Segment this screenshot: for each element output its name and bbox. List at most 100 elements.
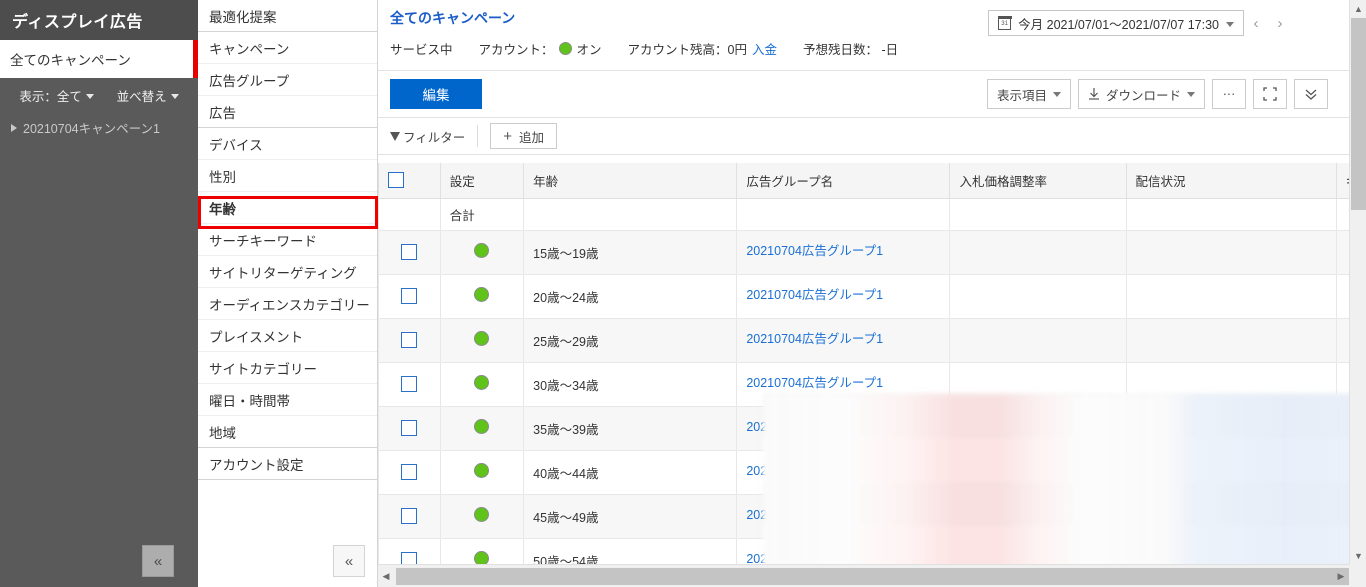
- column-header-settings[interactable]: 設定: [440, 163, 523, 198]
- horizontal-scroll-thumb[interactable]: [396, 568, 1366, 585]
- row-adgroup-cell[interactable]: 20210704広告グループ1: [737, 406, 950, 450]
- row-adgroup-cell[interactable]: 20210704広告グループ1: [737, 450, 950, 494]
- nav-item-12[interactable]: 曜日・時間帯: [198, 384, 377, 416]
- sidebar-campaign-node[interactable]: 20210704キャンペーン1: [0, 112, 198, 143]
- row-status-cell[interactable]: [440, 318, 523, 362]
- more-options-button[interactable]: ···: [1212, 79, 1246, 109]
- row-select-cell[interactable]: [379, 450, 441, 494]
- row-checkbox[interactable]: [401, 464, 417, 480]
- row-status-cell[interactable]: [440, 450, 523, 494]
- ad-group-link[interactable]: 20210704広告グループ1: [746, 288, 883, 304]
- nav-item-7[interactable]: サーチキーワード: [198, 224, 377, 256]
- row-status-cell[interactable]: [440, 406, 523, 450]
- ad-group-link[interactable]: 20210704広告グループ1: [746, 376, 883, 392]
- collapse-nav-button[interactable]: «: [333, 545, 365, 577]
- ad-group-link[interactable]: 20210704広告グループ1: [746, 244, 883, 260]
- data-table-container[interactable]: 設定 年齢 広告グループ名 入札価格調整率 配信状況 キャンペーン名 キャンペー…: [378, 163, 1350, 564]
- nav-item-0[interactable]: 最適化提案: [198, 0, 377, 32]
- prev-period-button[interactable]: ‹: [1244, 10, 1268, 36]
- row-select-cell[interactable]: [379, 274, 441, 318]
- nav-item-3[interactable]: 広告: [198, 96, 377, 128]
- sidebar-item-all-campaigns[interactable]: 全てのキャンペーン: [0, 40, 198, 78]
- row-status-cell[interactable]: [440, 230, 523, 274]
- row-status-cell[interactable]: [440, 362, 523, 406]
- columns-button[interactable]: 表示項目: [987, 79, 1071, 109]
- row-select-cell[interactable]: [379, 406, 441, 450]
- display-filter-dropdown[interactable]: 表示：全て: [19, 86, 94, 105]
- row-status-cell[interactable]: [440, 274, 523, 318]
- table-row[interactable]: 30歳〜34歳20210704広告グループ1: [379, 362, 1351, 406]
- filter-button[interactable]: フィルター: [390, 125, 478, 147]
- date-range-picker[interactable]: 31 今月 2021/07/01〜2021/07/07 17:30: [988, 10, 1244, 36]
- row-checkbox[interactable]: [401, 376, 417, 392]
- vertical-scrollbar[interactable]: ▲ ▼: [1349, 0, 1366, 587]
- row-select-cell[interactable]: [379, 318, 441, 362]
- row-select-cell[interactable]: [379, 538, 441, 564]
- row-adgroup-cell[interactable]: 20210704広告グループ1: [737, 274, 950, 318]
- download-button[interactable]: ダウンロード: [1078, 79, 1205, 109]
- row-checkbox[interactable]: [401, 420, 417, 436]
- table-row[interactable]: 40歳〜44歳20210704広告グループ1: [379, 450, 1351, 494]
- row-checkbox[interactable]: [401, 244, 417, 260]
- row-status-cell[interactable]: [440, 538, 523, 564]
- row-select-cell[interactable]: [379, 362, 441, 406]
- edit-button[interactable]: 編集: [390, 79, 482, 109]
- select-all-checkbox[interactable]: [388, 172, 404, 188]
- nav-item-14[interactable]: アカウント設定: [198, 448, 377, 480]
- row-checkbox[interactable]: [401, 552, 417, 564]
- row-select-cell[interactable]: [379, 230, 441, 274]
- column-header-bid-adjust[interactable]: 入札価格調整率: [950, 163, 1126, 198]
- nav-item-2[interactable]: 広告グループ: [198, 64, 377, 96]
- select-all-header[interactable]: [379, 163, 441, 198]
- deposit-link[interactable]: 入金: [752, 39, 777, 58]
- ad-group-link[interactable]: 20210704広告グループ1: [746, 508, 883, 524]
- expand-panel-button[interactable]: [1294, 79, 1328, 109]
- nav-item-5[interactable]: 性別: [198, 160, 377, 192]
- nav-item-9[interactable]: オーディエンスカテゴリー: [198, 288, 377, 320]
- ad-group-link[interactable]: 20210704広告グループ1: [746, 332, 883, 348]
- sort-dropdown[interactable]: 並べ替え: [117, 86, 179, 105]
- row-status-cell[interactable]: [440, 494, 523, 538]
- row-adgroup-cell[interactable]: 20210704広告グループ1: [737, 494, 950, 538]
- next-period-button[interactable]: ›: [1268, 10, 1292, 36]
- ad-group-link[interactable]: 20210704広告グループ1: [746, 552, 883, 564]
- table-row[interactable]: 20歳〜24歳20210704広告グループ1: [379, 274, 1351, 318]
- account-balance: アカウント残高：0円 入金: [628, 39, 777, 58]
- nav-item-11[interactable]: サイトカテゴリー: [198, 352, 377, 384]
- scroll-up-arrow[interactable]: ▲: [1350, 0, 1366, 17]
- nav-item-4[interactable]: デバイス: [198, 128, 377, 160]
- table-row[interactable]: 45歳〜49歳20210704広告グループ1: [379, 494, 1351, 538]
- column-header-adgroup[interactable]: 広告グループ名: [737, 163, 950, 198]
- scroll-left-arrow[interactable]: ◀: [378, 571, 394, 582]
- table-row[interactable]: 50歳〜54歳20210704広告グループ1: [379, 538, 1351, 564]
- column-header-age[interactable]: 年齢: [524, 163, 737, 198]
- column-header-delivery-status[interactable]: 配信状況: [1126, 163, 1336, 198]
- row-adgroup-cell[interactable]: 20210704広告グループ1: [737, 318, 950, 362]
- nav-item-8[interactable]: サイトリターゲティング: [198, 256, 377, 288]
- table-row[interactable]: 25歳〜29歳20210704広告グループ1: [379, 318, 1351, 362]
- nav-item-13[interactable]: 地域: [198, 416, 377, 448]
- ad-group-link[interactable]: 20210704広告グループ1: [746, 464, 883, 480]
- nav-item-6[interactable]: 年齢: [198, 192, 377, 224]
- table-row[interactable]: 35歳〜39歳20210704広告グループ1: [379, 406, 1351, 450]
- vertical-scroll-thumb[interactable]: [1351, 18, 1366, 210]
- scroll-right-arrow[interactable]: ▶: [1333, 571, 1349, 582]
- nav-item-1[interactable]: キャンペーン: [198, 32, 377, 64]
- row-checkbox[interactable]: [401, 288, 417, 304]
- table-row[interactable]: 15歳〜19歳20210704広告グループ1: [379, 230, 1351, 274]
- column-header-campaign-name[interactable]: キャンペーン名: [1336, 163, 1350, 198]
- row-checkbox[interactable]: [401, 332, 417, 348]
- nav-item-10[interactable]: プレイスメント: [198, 320, 377, 352]
- row-adgroup-cell[interactable]: 20210704広告グループ1: [737, 362, 950, 406]
- collapse-sidebar-button[interactable]: «: [142, 545, 174, 577]
- ad-group-link[interactable]: 20210704広告グループ1: [746, 420, 883, 436]
- add-filter-button[interactable]: + 追加: [490, 123, 557, 149]
- horizontal-scrollbar[interactable]: ◀ ▶: [378, 564, 1349, 587]
- fullscreen-button[interactable]: [1253, 79, 1287, 109]
- left-sidebar: ディスプレイ広告 全てのキャンペーン 表示：全て 並べ替え 20210704キャ…: [0, 0, 198, 587]
- row-adgroup-cell[interactable]: 20210704広告グループ1: [737, 230, 950, 274]
- scroll-down-arrow[interactable]: ▼: [1350, 547, 1366, 564]
- row-adgroup-cell[interactable]: 20210704広告グループ1: [737, 538, 950, 564]
- row-select-cell[interactable]: [379, 494, 441, 538]
- row-checkbox[interactable]: [401, 508, 417, 524]
